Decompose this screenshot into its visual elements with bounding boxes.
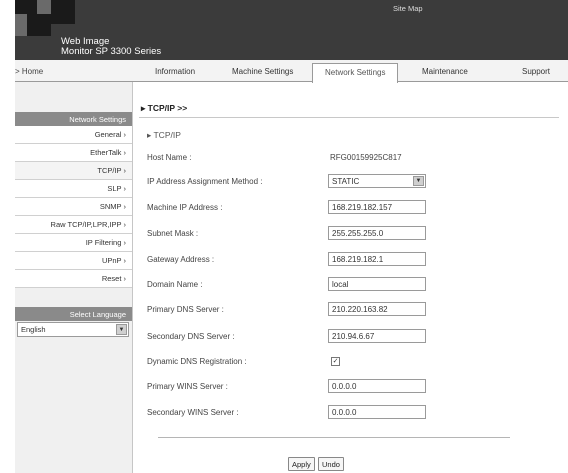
- sidebar-item-slp[interactable]: SLP ›: [15, 180, 132, 198]
- ip-method-label: IP Address Assignment Method :: [147, 177, 263, 186]
- domain-name-input[interactable]: local: [328, 277, 426, 291]
- app-title-line2: Monitor SP 3300 Series: [61, 46, 162, 57]
- sidebar: Network Settings General › EtherTalk › T…: [15, 82, 133, 473]
- divider: [158, 437, 510, 438]
- sidebar-item-reset[interactable]: Reset ›: [15, 270, 132, 288]
- sidebar-item-raw-tcpip[interactable]: Raw TCP/IP,LPR,IPP ›: [15, 216, 132, 234]
- chevron-down-icon: ▼: [116, 324, 127, 335]
- subnet-mask-input[interactable]: 255.255.255.0: [328, 226, 426, 240]
- primary-dns-label: Primary DNS Server :: [147, 305, 224, 314]
- subnet-mask-label: Subnet Mask :: [147, 229, 199, 238]
- secondary-wins-label: Secondary WINS Server :: [147, 408, 239, 417]
- secondary-wins-input[interactable]: 0.0.0.0: [328, 405, 426, 419]
- sidebar-item-upnp[interactable]: UPnP ›: [15, 252, 132, 270]
- checkbox-checked-icon: ✓: [332, 358, 339, 365]
- dynamic-dns-checkbox[interactable]: ✓: [331, 357, 340, 366]
- main-content: ▸ TCP/IP >> ▸ TCP/IP Host Name : RFG0015…: [133, 82, 568, 473]
- primary-wins-label: Primary WINS Server :: [147, 382, 228, 391]
- domain-name-label: Domain Name :: [147, 280, 203, 289]
- top-nav: > Home Information Machine Settings Netw…: [15, 60, 568, 83]
- breadcrumb: ▸ TCP/IP >>: [141, 103, 188, 113]
- site-map-link[interactable]: Site Map: [393, 4, 423, 13]
- gateway-label: Gateway Address :: [147, 255, 215, 264]
- secondary-dns-label: Secondary DNS Server :: [147, 332, 235, 341]
- machine-ip-input[interactable]: 168.219.182.157: [328, 200, 426, 214]
- primary-wins-input[interactable]: 0.0.0.0: [328, 379, 426, 393]
- sidebar-item-ethertalk[interactable]: EtherTalk ›: [15, 144, 132, 162]
- language-select[interactable]: English ▼: [17, 322, 129, 337]
- tab-network-settings[interactable]: Network Settings: [312, 63, 399, 83]
- machine-ip-label: Machine IP Address :: [147, 203, 223, 212]
- tab-machine-settings[interactable]: Machine Settings: [232, 67, 293, 76]
- host-name-value: RFG00159925C817: [330, 153, 402, 162]
- header-bar: Web Image Monitor SP 3300 Series Site Ma…: [15, 0, 568, 60]
- tab-information[interactable]: Information: [155, 67, 195, 76]
- divider: [139, 117, 559, 118]
- sidebar-item-tcpip[interactable]: TCP/IP ›: [15, 162, 132, 180]
- sidebar-item-general[interactable]: General ›: [15, 126, 132, 144]
- sidebar-section-title: Network Settings: [15, 112, 132, 126]
- secondary-dns-input[interactable]: 210.94.6.67: [328, 329, 426, 343]
- dynamic-dns-label: Dynamic DNS Registration :: [147, 357, 247, 366]
- undo-button[interactable]: Undo: [318, 457, 344, 471]
- app-title: Web Image Monitor SP 3300 Series: [61, 37, 161, 57]
- sidebar-menu: General › EtherTalk › TCP/IP › SLP › SNM…: [15, 126, 132, 288]
- gateway-input[interactable]: 168.219.182.1: [328, 252, 426, 266]
- chevron-down-icon: ▼: [413, 176, 424, 186]
- tab-support[interactable]: Support: [522, 67, 550, 76]
- section-title: ▸ TCP/IP: [147, 130, 181, 140]
- ip-method-select[interactable]: STATIC ▼: [328, 174, 426, 188]
- sidebar-item-snmp[interactable]: SNMP ›: [15, 198, 132, 216]
- select-language-title: Select Language: [15, 307, 132, 321]
- primary-dns-input[interactable]: 210.220.163.82: [328, 302, 426, 316]
- apply-button[interactable]: Apply: [288, 457, 315, 471]
- host-name-label: Host Name :: [147, 153, 192, 162]
- home-link[interactable]: > Home: [15, 67, 43, 76]
- tab-maintenance[interactable]: Maintenance: [422, 67, 468, 76]
- sidebar-item-ip-filtering[interactable]: IP Filtering ›: [15, 234, 132, 252]
